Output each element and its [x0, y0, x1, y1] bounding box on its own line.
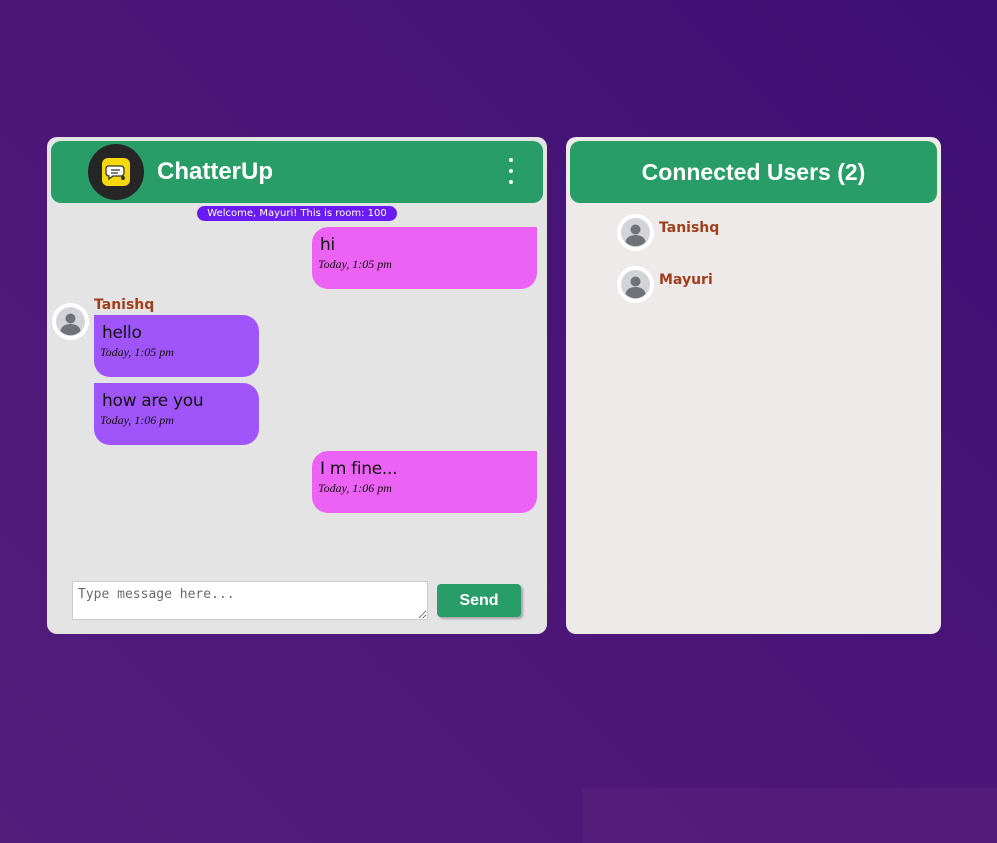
kebab-menu-icon[interactable]: [503, 158, 519, 184]
background-shade: [582, 788, 997, 843]
user-icon: [621, 218, 650, 247]
message-input[interactable]: [72, 581, 428, 620]
incoming-message: hello Today, 1:05 pm: [94, 315, 259, 377]
sender-name: Tanishq: [94, 297, 155, 313]
connected-users-title: Connected Users (2): [570, 141, 937, 203]
send-button[interactable]: Send: [437, 584, 521, 617]
message-text: I m fine...: [320, 459, 398, 479]
message-time: Today, 1:06 pm: [318, 481, 392, 495]
app-logo: [88, 144, 144, 200]
avatar: [617, 214, 654, 251]
chat-panel: ChatterUp Welcome, Mayuri! This is room:…: [47, 137, 547, 634]
user-icon: [56, 307, 85, 336]
message-text: hello: [102, 323, 142, 343]
user-list-item[interactable]: Mayuri: [617, 266, 917, 304]
user-name: Mayuri: [659, 272, 713, 288]
own-message: I m fine... Today, 1:06 pm: [312, 451, 537, 513]
chat-header: ChatterUp: [51, 141, 543, 203]
avatar: [617, 266, 654, 303]
message-time: Today, 1:05 pm: [318, 257, 392, 271]
own-message: hi Today, 1:05 pm: [312, 227, 537, 289]
chat-bubbles-icon: [102, 158, 130, 186]
connected-users-panel: Connected Users (2) Tanishq Mayuri: [566, 137, 941, 634]
incoming-message: how are you Today, 1:06 pm: [94, 383, 259, 445]
message-time: Today, 1:05 pm: [100, 345, 174, 359]
user-list-item[interactable]: Tanishq: [617, 214, 917, 252]
message-text: how are you: [102, 391, 204, 411]
message-time: Today, 1:06 pm: [100, 413, 174, 427]
avatar: [52, 303, 89, 340]
user-icon: [621, 270, 650, 299]
user-name: Tanishq: [659, 220, 720, 236]
welcome-banner: Welcome, Mayuri! This is room: 100: [197, 206, 397, 221]
message-text: hi: [320, 235, 335, 255]
app-title: ChatterUp: [157, 158, 274, 185]
